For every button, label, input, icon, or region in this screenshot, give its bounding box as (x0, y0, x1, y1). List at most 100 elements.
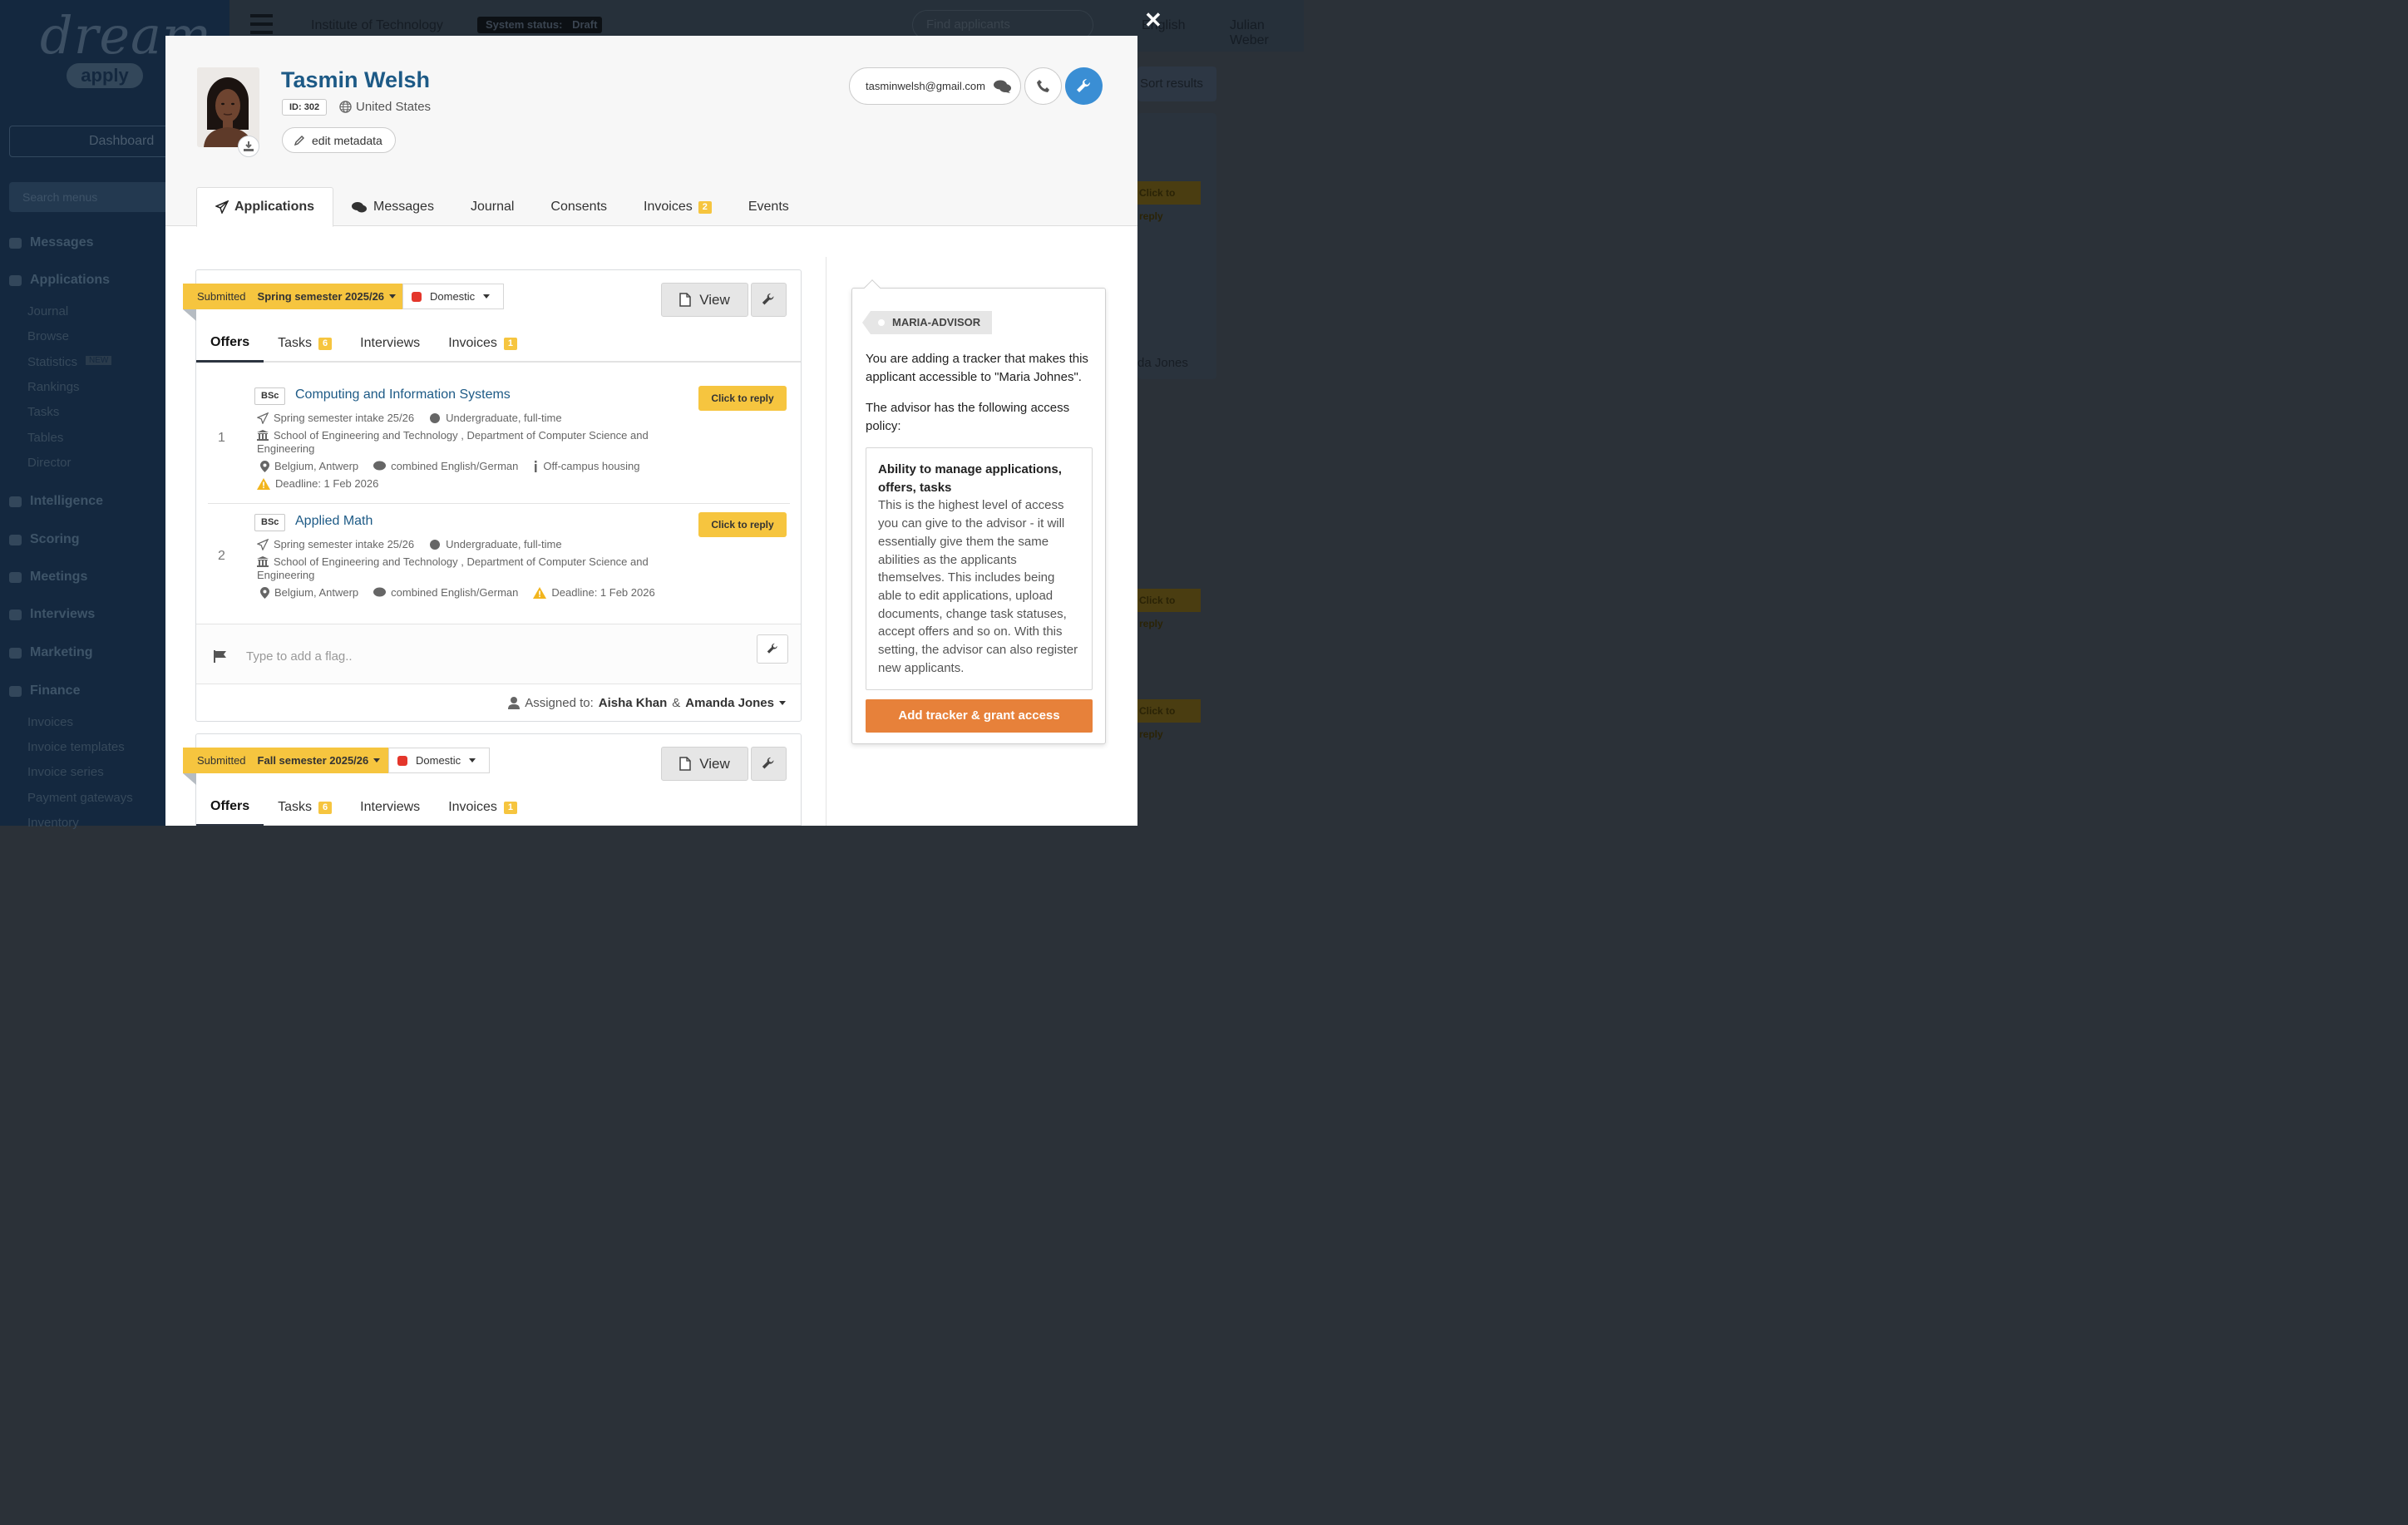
flag-icon (214, 650, 226, 663)
application-tools-button[interactable] (751, 747, 787, 781)
offer-meta-line: Belgium, Antwerp combined English/German… (260, 460, 639, 472)
nav-browse[interactable]: Browse (27, 329, 69, 343)
nav-journal[interactable]: Journal (27, 304, 68, 318)
tab-invoices[interactable]: Invoices 2 (625, 187, 730, 227)
offer-meta-line: Spring semester intake 25/26 Undergradua… (257, 538, 562, 550)
subtab-invoices[interactable]: Invoices 1 (434, 324, 531, 363)
status-ribbon: Submitted Spring semester 2025/26 (183, 284, 408, 309)
tab-journal[interactable]: Journal (452, 187, 532, 227)
subtab-offers[interactable]: Offers (196, 324, 264, 363)
deadline: Deadline: 1 Feb 2026 (551, 586, 655, 599)
nav-marketing[interactable]: Marketing (30, 645, 93, 660)
dashboard-button[interactable]: Dashboard (9, 126, 184, 157)
nav-inventory[interactable]: Inventory (27, 816, 79, 830)
category-dropdown[interactable]: Domestic (402, 284, 505, 309)
category-label: Domestic (416, 754, 461, 767)
semester-dropdown[interactable]: Spring semester 2025/26 (258, 290, 397, 303)
status-ribbon: Submitted Fall semester 2025/26 (183, 748, 392, 773)
add-tracker-button[interactable]: Add tracker & grant access (866, 699, 1093, 733)
id-card-icon (9, 572, 22, 583)
policy-intro: The advisor has the following access pol… (866, 401, 1070, 433)
nav-rankings[interactable]: Rankings (27, 380, 80, 394)
tag-hole (878, 319, 885, 326)
applicant-tabs: Applications Messages Journal Consents I… (196, 187, 807, 227)
program-link[interactable]: Computing and Information Systems (295, 387, 511, 402)
policy-body: This is the highest level of access you … (878, 498, 1078, 675)
caret-down-icon (389, 294, 397, 299)
subtab-tasks[interactable]: Tasks 6 (264, 324, 346, 363)
click-to-reply-button[interactable]: Click to reply (698, 386, 787, 411)
subtab-offers[interactable]: Offers (196, 788, 264, 826)
email-button[interactable]: tasminwelsh@gmail.com (849, 67, 1021, 105)
nav-invoice-templates[interactable]: Invoice templates (27, 740, 125, 754)
nav-applications[interactable]: Applications (30, 273, 110, 288)
phone-button[interactable] (1024, 67, 1062, 105)
admin-tools-button[interactable] (1065, 67, 1103, 105)
flag-tools-button[interactable] (757, 634, 788, 664)
nav-finance[interactable]: Finance (30, 684, 80, 698)
application-tools-button[interactable] (751, 283, 787, 317)
nav-scoring[interactable]: Scoring (30, 532, 80, 547)
policy-box: Ability to manage applications, offers, … (866, 447, 1093, 690)
tab-applications[interactable]: Applications (196, 187, 334, 227)
wrench-icon (767, 643, 777, 654)
nav-tasks[interactable]: Tasks (27, 405, 59, 419)
tab-applications-label: Applications (234, 200, 315, 214)
edit-metadata-label: edit metadata (312, 133, 382, 147)
nav-invoices[interactable]: Invoices (27, 715, 73, 729)
video-icon (9, 610, 22, 620)
nav-payment-gateways[interactable]: Payment gateways (27, 791, 133, 805)
semester-dropdown[interactable]: Fall semester 2025/26 (258, 754, 381, 767)
view-application-button[interactable]: View (661, 283, 748, 317)
send-icon (257, 412, 269, 424)
nav-messages[interactable]: Messages (30, 235, 94, 250)
hamburger-icon[interactable] (250, 14, 273, 34)
offer-number: 1 (218, 431, 225, 445)
nav-meetings[interactable]: Meetings (30, 570, 87, 585)
user-menu[interactable]: Julian Weber (1230, 18, 1304, 48)
graduation-cap-icon (9, 275, 22, 286)
subtab-interviews[interactable]: Interviews (346, 788, 434, 826)
tab-events[interactable]: Events (730, 187, 807, 227)
nav-invoice-series[interactable]: Invoice series (27, 765, 104, 779)
ribbon-fold (183, 309, 196, 321)
school: School of Engineering and Technology , D… (274, 429, 649, 442)
pencil-icon (294, 135, 304, 146)
certificate-icon (430, 539, 441, 550)
search-menus-input[interactable]: Search menus (9, 182, 184, 212)
policy-title: Ability to manage applications, offers, … (878, 462, 1062, 495)
tracker-intro: You are adding a tracker that makes this… (866, 352, 1088, 384)
warning-icon (257, 477, 270, 490)
subtab-tasks[interactable]: Tasks 6 (264, 788, 346, 826)
bank-icon (257, 556, 269, 567)
nav-tables[interactable]: Tables (27, 431, 63, 445)
bank-icon (257, 430, 269, 441)
applicant-name: Tasmin Welsh (281, 67, 431, 92)
subtab-invoices-label: Invoices (448, 800, 497, 814)
view-application-button[interactable]: View (661, 747, 748, 781)
subtab-invoices[interactable]: Invoices 1 (434, 788, 531, 826)
assigned-to[interactable]: Assigned to: Aisha Khan & Amanda Jones (508, 696, 786, 710)
sort-results-button[interactable]: Sort results (1137, 67, 1216, 101)
tab-messages-label: Messages (373, 200, 434, 214)
program-link[interactable]: Applied Math (295, 514, 373, 529)
subtab-interviews[interactable]: Interviews (346, 324, 434, 363)
download-photo-button[interactable] (238, 136, 259, 157)
view-label: View (699, 755, 730, 772)
tab-messages[interactable]: Messages (333, 187, 452, 227)
nav-intelligence[interactable]: Intelligence (30, 494, 103, 509)
school-continued: Engineering (257, 442, 315, 455)
click-to-reply-button[interactable]: Click to reply (698, 512, 787, 537)
nav-statistics[interactable]: Statistics (27, 355, 77, 369)
close-icon[interactable]: ✕ (1144, 9, 1162, 31)
category-dropdown[interactable]: Domestic (388, 748, 491, 773)
tab-consents[interactable]: Consents (532, 187, 625, 227)
flag-input[interactable]: Type to add a flag.. (246, 649, 353, 664)
teaching-language: combined English/German (391, 586, 519, 599)
subtab-tasks-label: Tasks (278, 336, 313, 350)
caret-down-icon (469, 758, 476, 762)
view-label: View (699, 291, 730, 308)
nav-director[interactable]: Director (27, 456, 72, 470)
edit-metadata-button[interactable]: edit metadata (282, 127, 396, 153)
nav-interviews[interactable]: Interviews (30, 607, 95, 622)
